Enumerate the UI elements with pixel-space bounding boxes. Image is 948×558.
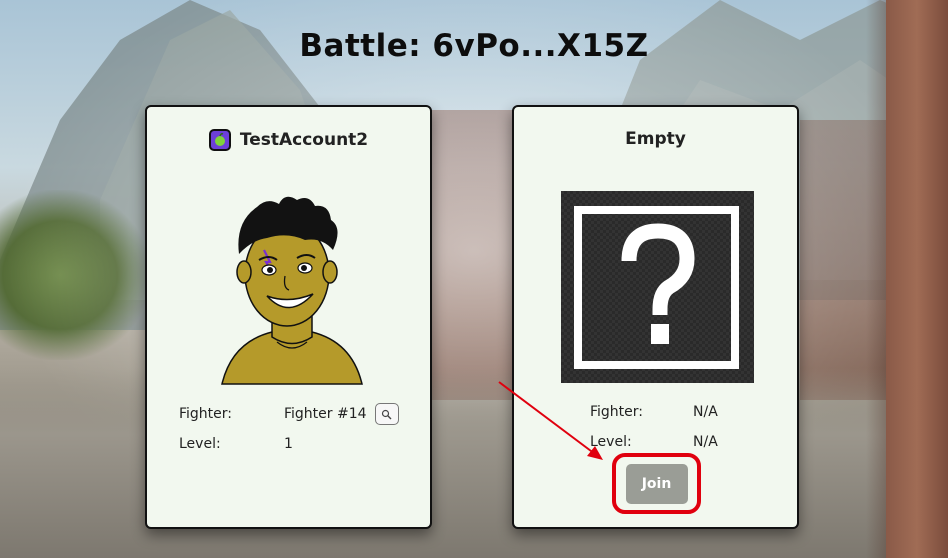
stat-label: Level: — [590, 434, 632, 450]
question-mark-icon — [561, 191, 754, 383]
level-value: N/A — [693, 434, 718, 450]
player-two-name: Empty — [625, 129, 686, 149]
stat-row-fighter: Fighter: Fighter #14 — [179, 399, 399, 429]
level-value: 1 — [284, 436, 293, 452]
stat-label: Level: — [179, 436, 221, 452]
apple-icon — [208, 129, 231, 151]
player-one-header: TestAccount2 — [147, 129, 430, 151]
stat-row-fighter: Fighter: N/A — [590, 397, 718, 427]
pillar-shadow — [866, 0, 886, 558]
player-one-name: TestAccount2 — [239, 130, 369, 150]
stat-label: Fighter: — [590, 404, 644, 420]
player-two-card: Empty Fighter: N/A Level: N/A Join — [512, 105, 799, 529]
join-button[interactable]: Join — [625, 463, 688, 504]
fighter-portrait — [221, 196, 363, 385]
player-two-stats: Fighter: N/A Level: N/A — [590, 397, 718, 457]
magnify-icon[interactable] — [374, 403, 399, 425]
stat-row-level: Level: 1 — [179, 429, 399, 459]
stat-label: Fighter: — [179, 406, 233, 422]
fighter-value: Fighter #14 — [284, 406, 367, 422]
join-highlight: Join — [612, 453, 701, 514]
stone-ground — [0, 368, 948, 558]
player-one-stats: Fighter: Fighter #14 Level: 1 — [179, 399, 399, 459]
background-scene — [0, 0, 948, 558]
player-two-header: Empty — [514, 129, 797, 149]
fighter-value: N/A — [693, 404, 718, 420]
pillar — [886, 0, 948, 558]
player-one-card: TestAccount2 Fighter: Fighter #14 Level:… — [145, 105, 432, 529]
page-title: Battle: 6vPo...X15Z — [299, 28, 649, 64]
